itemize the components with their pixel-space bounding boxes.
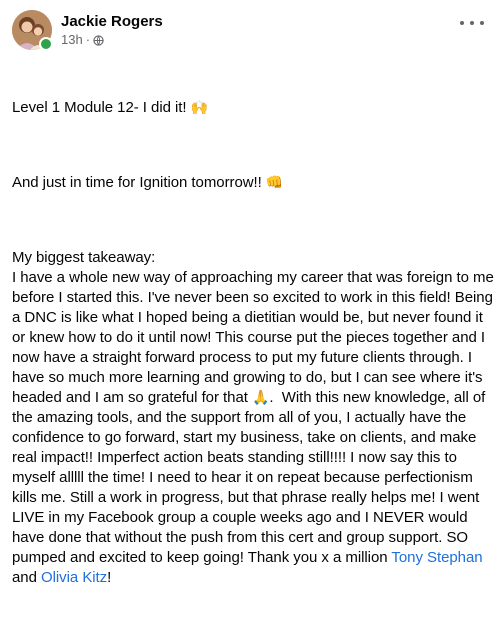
globe-icon[interactable] <box>93 34 104 46</box>
author-name[interactable]: Jackie Rogers <box>61 12 163 31</box>
post-meta: Jackie Rogers 13h · <box>61 12 163 48</box>
more-options-icon <box>460 21 464 25</box>
post-subline: 13h · <box>61 32 163 48</box>
separator: · <box>85 32 91 47</box>
post-timestamp[interactable]: 13h <box>61 32 83 48</box>
more-options-button[interactable] <box>460 16 484 30</box>
mention-tony-stephan[interactable]: Tony Stephan <box>391 549 482 566</box>
mention-olivia-kitz[interactable]: Olivia Kitz <box>41 569 107 586</box>
post-body: My biggest takeaway: I have a whole new … <box>12 249 494 586</box>
post-line-1: Level 1 Module 12- I did it! 🙌 <box>12 99 209 116</box>
online-status-indicator <box>39 37 53 51</box>
raising-hands-emoji-icon: 🙌 <box>190 100 209 116</box>
praying-hands-emoji-icon: 🙏 <box>251 390 270 406</box>
post-content: Level 1 Module 12- I did it! 🙌 And just … <box>12 58 494 643</box>
post-line-2: And just in time for Ignition tomorrow!!… <box>12 174 284 191</box>
post-header: Jackie Rogers 13h · <box>12 10 163 51</box>
avatar[interactable] <box>12 10 53 51</box>
facebook-post: Jackie Rogers 13h · Level 1 Module 12- I… <box>0 0 500 586</box>
more-options-icon <box>480 21 484 25</box>
fist-bump-emoji-icon: 👊 <box>265 175 284 191</box>
more-options-icon <box>470 21 474 25</box>
